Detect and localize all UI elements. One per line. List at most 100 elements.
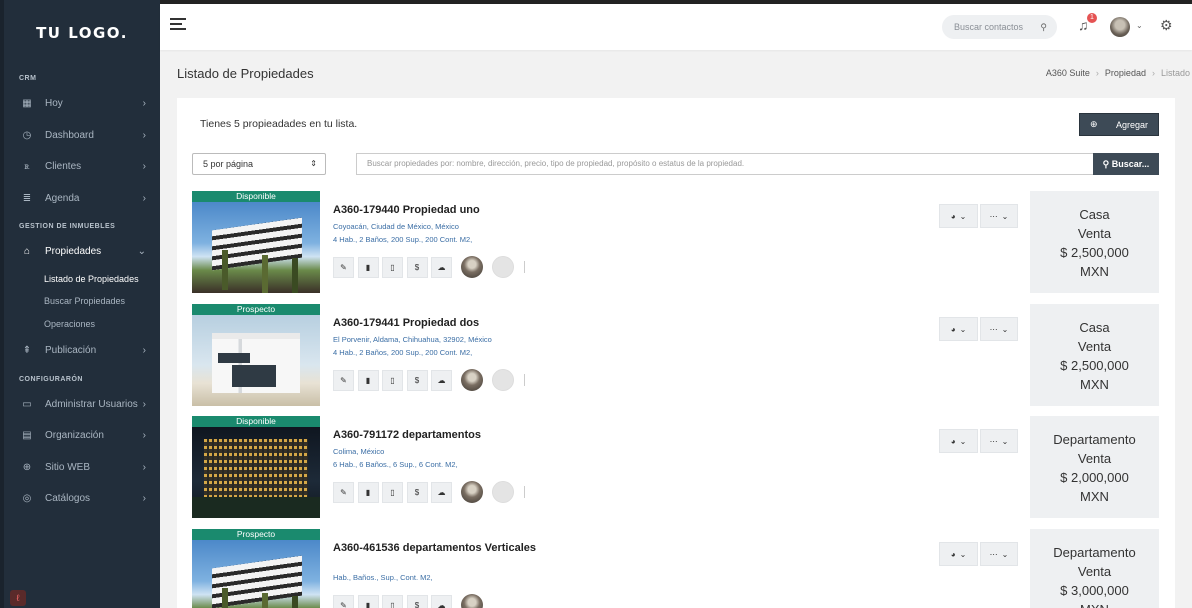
agent-avatar[interactable] bbox=[460, 481, 483, 503]
chevron-down-icon: ⌄ bbox=[1001, 324, 1009, 334]
document-icon[interactable]: ▯ bbox=[382, 481, 403, 503]
sidebar-item-clientes[interactable]: ꭱ Clientes › bbox=[4, 151, 160, 183]
sidebar-item-agenda[interactable]: ≣ Agenda › bbox=[4, 183, 160, 215]
property-thumbnail[interactable]: Prospecto bbox=[192, 529, 320, 608]
sidebar: TU LOGO. CRM ▦ Hoy › ◷ Dashboard › ꭱ Cli… bbox=[0, 0, 160, 608]
chevron-down-icon: ⌄ bbox=[1001, 436, 1009, 446]
list-icon: ≣ bbox=[22, 192, 32, 204]
gear-icon[interactable]: ⚙ bbox=[1160, 17, 1173, 34]
property-search-input[interactable]: Buscar propiedades por: nombre, direcció… bbox=[356, 153, 1094, 175]
sidebar-item-label: Publicación bbox=[45, 345, 97, 357]
share-icon[interactable]: ☁ bbox=[431, 594, 452, 608]
app-mark-icon[interactable]: ℓ bbox=[10, 590, 26, 606]
per-page-select[interactable]: 5 por página ⇕ bbox=[192, 153, 326, 175]
sidebar-subitem-operaciones[interactable]: Operaciones bbox=[4, 313, 160, 336]
globe-icon: ⊕ bbox=[22, 461, 32, 473]
sidebar-item-usuarios[interactable]: ▭ Administrar Usuarios › bbox=[4, 389, 160, 421]
document-icon[interactable]: ▯ bbox=[382, 369, 403, 391]
calendar-icon: ▦ bbox=[22, 98, 32, 110]
sidebar-item-publicacion[interactable]: ⇞ Publicación › bbox=[4, 335, 160, 367]
add-property-button[interactable]: ⊕ Agregar bbox=[1079, 113, 1159, 136]
edit-icon[interactable]: ✎ bbox=[333, 594, 354, 608]
agent-avatar-empty[interactable] bbox=[491, 256, 514, 278]
status-badge: Disponible bbox=[192, 191, 320, 202]
avatar[interactable] bbox=[1110, 17, 1130, 37]
sidebar-subitem-buscar[interactable]: Buscar Propiedades bbox=[4, 290, 160, 313]
section-config: CONFIGURARÓN bbox=[19, 375, 83, 383]
trash-icon[interactable]: ▮ bbox=[357, 481, 379, 503]
chevron-right-icon: › bbox=[142, 430, 146, 442]
trash-icon[interactable]: ▮ bbox=[357, 256, 379, 278]
breadcrumb-current: Listado bbox=[1160, 68, 1190, 78]
property-type: Departamento bbox=[1053, 432, 1136, 447]
agent-avatar[interactable] bbox=[460, 594, 483, 608]
chevron-down-icon[interactable]: ⌄ bbox=[1136, 21, 1143, 30]
property-location: El Porvenir, Aldama, Chihuahua, 32902, M… bbox=[333, 335, 492, 344]
add-button-label: Agregar bbox=[1115, 119, 1148, 130]
search-icon[interactable]: ⚲ bbox=[1040, 15, 1047, 39]
sidebar-item-label: Propiedades bbox=[45, 246, 102, 258]
document-icon[interactable]: ▯ bbox=[382, 594, 403, 608]
breadcrumb-item[interactable]: Propiedad bbox=[1105, 68, 1146, 78]
property-thumbnail[interactable]: Disponible bbox=[192, 416, 320, 518]
property-features: 4 Hab., 2 Baños, 200 Sup., 200 Cont. M2, bbox=[333, 348, 473, 357]
property-type: Casa bbox=[1079, 320, 1110, 335]
chevron-right-icon: › bbox=[142, 461, 146, 473]
agent-avatar-empty[interactable] bbox=[491, 369, 514, 391]
dollar-icon[interactable]: $ bbox=[406, 594, 428, 608]
chart-dropdown[interactable]: ◕ ⌄ bbox=[939, 429, 978, 453]
agent-avatar-empty[interactable] bbox=[491, 481, 514, 503]
property-thumbnail[interactable]: Prospecto bbox=[192, 304, 320, 406]
sidebar-item-catalogos[interactable]: ◎ Catálogos › bbox=[4, 483, 160, 515]
search-button[interactable]: ⚲ Buscar... bbox=[1093, 153, 1159, 175]
property-row: Prospecto A360-179441 Propiedad dos El P… bbox=[192, 304, 1159, 406]
chart-dropdown[interactable]: ◕ ⌄ bbox=[939, 204, 978, 228]
sidebar-item-propiedades[interactable]: ⌂ Propiedades ⌄ bbox=[4, 236, 160, 268]
chevron-down-icon: ⌄ bbox=[959, 211, 967, 221]
edit-icon[interactable]: ✎ bbox=[333, 369, 354, 391]
chart-dropdown[interactable]: ◕ ⌄ bbox=[939, 542, 978, 566]
more-dropdown[interactable]: ⋯ ⌄ bbox=[980, 204, 1018, 228]
property-title[interactable]: A360-179441 Propiedad dos bbox=[333, 317, 479, 329]
sidebar-subitem-listado[interactable]: Listado de Propiedades bbox=[4, 268, 160, 291]
sidebar-item-hoy[interactable]: ▦ Hoy › bbox=[4, 88, 160, 120]
trash-icon[interactable]: ▮ bbox=[357, 369, 379, 391]
breadcrumb-item[interactable]: A360 Suite bbox=[1046, 68, 1090, 78]
property-price: $ 2,500,000 bbox=[1060, 245, 1129, 260]
dollar-icon[interactable]: $ bbox=[406, 256, 428, 278]
more-dropdown[interactable]: ⋯ ⌄ bbox=[980, 317, 1018, 341]
price-box: Departamento Venta $ 3,000,000 MXN bbox=[1030, 529, 1159, 608]
dollar-icon[interactable]: $ bbox=[406, 481, 428, 503]
property-price: $ 2,000,000 bbox=[1060, 470, 1129, 485]
property-title[interactable]: A360-179440 Propiedad uno bbox=[333, 204, 480, 216]
share-icon[interactable]: ☁ bbox=[431, 256, 452, 278]
logo[interactable]: TU LOGO. bbox=[4, 0, 160, 66]
sidebar-item-label: Administrar Usuarios bbox=[45, 398, 138, 410]
property-row: Disponible A360-179440 Propiedad uno Coy… bbox=[192, 191, 1159, 293]
contact-search-input[interactable]: Buscar contactos ⚲ bbox=[942, 15, 1057, 39]
sidebar-item-label: Dashboard bbox=[45, 129, 94, 141]
sidebar-item-organizacion[interactable]: ▤ Organización › bbox=[4, 420, 160, 452]
trash-icon[interactable]: ▮ bbox=[357, 594, 379, 608]
property-title[interactable]: A360-461536 departamentos Verticales bbox=[333, 542, 536, 554]
agent-avatar[interactable] bbox=[460, 369, 483, 391]
dollar-icon[interactable]: $ bbox=[406, 369, 428, 391]
sidebar-item-sitio[interactable]: ⊕ Sitio WEB › bbox=[4, 452, 160, 484]
document-icon[interactable]: ▯ bbox=[382, 256, 403, 278]
edit-icon[interactable]: ✎ bbox=[333, 256, 354, 278]
sidebar-item-dashboard[interactable]: ◷ Dashboard › bbox=[4, 120, 160, 152]
wallet-icon: ▭ bbox=[22, 398, 32, 410]
price-box: Casa Venta $ 2,500,000 MXN bbox=[1030, 191, 1159, 293]
edit-icon[interactable]: ✎ bbox=[333, 481, 354, 503]
divider bbox=[523, 261, 525, 273]
menu-toggle-icon[interactable] bbox=[170, 18, 186, 32]
property-thumbnail[interactable]: Disponible bbox=[192, 191, 320, 293]
more-dropdown[interactable]: ⋯ ⌄ bbox=[980, 542, 1018, 566]
share-icon[interactable]: ☁ bbox=[431, 481, 452, 503]
property-title[interactable]: A360-791172 departamentos bbox=[333, 429, 481, 441]
agent-avatar[interactable] bbox=[460, 256, 483, 278]
chart-dropdown[interactable]: ◕ ⌄ bbox=[939, 317, 978, 341]
pie-chart-icon: ◕ bbox=[950, 436, 956, 446]
more-dropdown[interactable]: ⋯ ⌄ bbox=[980, 429, 1018, 453]
share-icon[interactable]: ☁ bbox=[431, 369, 452, 391]
